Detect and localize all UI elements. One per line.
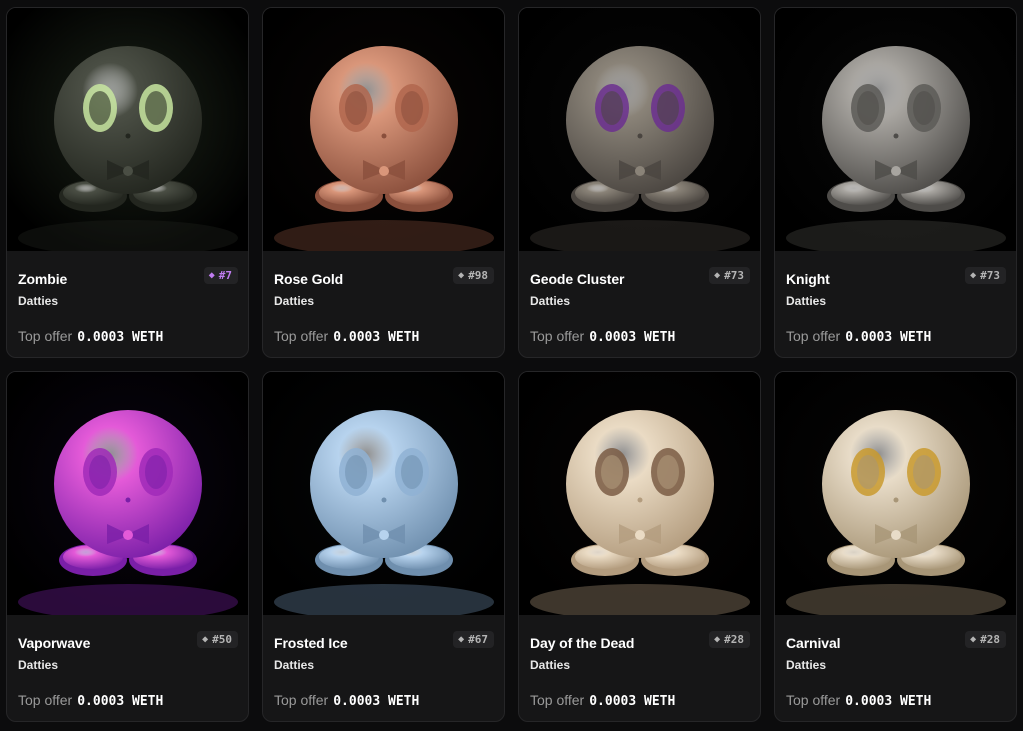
top-offer-amount: 0.0003 WETH	[77, 694, 164, 709]
rarity-badge: ◆ #73	[965, 267, 1006, 284]
card-info: Rose Gold ◆ #98 Datties Top offer 0.0003…	[263, 251, 504, 357]
rarity-badge: ◆ #98	[453, 267, 494, 284]
diamond-icon: ◆	[970, 269, 977, 281]
rarity-rank: #50	[212, 633, 232, 646]
top-offer-amount: 0.0003 WETH	[77, 330, 164, 345]
collection-name[interactable]: Datties	[274, 294, 314, 308]
nft-image[interactable]	[7, 372, 248, 615]
collection-name[interactable]: Datties	[18, 658, 58, 672]
nft-card[interactable]: Zombie ◆ #7 Datties Top offer 0.0003 WET…	[6, 7, 249, 358]
top-offer: Top offer 0.0003 WETH	[530, 328, 675, 345]
diamond-icon: ◆	[458, 633, 465, 645]
diamond-icon: ◆	[208, 269, 215, 281]
collection-name[interactable]: Datties	[530, 658, 570, 672]
top-offer: Top offer 0.0003 WETH	[530, 692, 675, 709]
top-offer: Top offer 0.0003 WETH	[274, 328, 419, 345]
top-offer-amount: 0.0003 WETH	[589, 330, 676, 345]
collection-name[interactable]: Datties	[786, 294, 826, 308]
nft-card[interactable]: Day of the Dead ◆ #28 Datties Top offer …	[518, 371, 761, 722]
rarity-badge: ◆ #67	[453, 631, 494, 648]
nft-card[interactable]: Vaporwave ◆ #50 Datties Top offer 0.0003…	[6, 371, 249, 722]
top-offer: Top offer 0.0003 WETH	[18, 692, 163, 709]
rarity-badge: ◆ #73	[709, 267, 750, 284]
top-offer: Top offer 0.0003 WETH	[786, 692, 931, 709]
card-info: Vaporwave ◆ #50 Datties Top offer 0.0003…	[7, 615, 248, 721]
nft-name: Vaporwave	[18, 635, 91, 651]
top-offer-label: Top offer	[274, 328, 329, 344]
card-info: Frosted Ice ◆ #67 Datties Top offer 0.00…	[263, 615, 504, 721]
rarity-badge: ◆ #28	[709, 631, 750, 648]
rarity-badge: ◆ #28	[965, 631, 1006, 648]
rarity-rank: #28	[980, 633, 1000, 646]
nft-image[interactable]	[775, 372, 1016, 615]
collection-name[interactable]: Datties	[786, 658, 826, 672]
top-offer-label: Top offer	[530, 328, 585, 344]
diamond-icon: ◆	[202, 633, 209, 645]
top-offer-amount: 0.0003 WETH	[845, 330, 932, 345]
top-offer-amount: 0.0003 WETH	[333, 694, 420, 709]
nft-grid: Zombie ◆ #7 Datties Top offer 0.0003 WET…	[6, 7, 1017, 722]
top-offer-label: Top offer	[18, 328, 73, 344]
card-info: Carnival ◆ #28 Datties Top offer 0.0003 …	[775, 615, 1016, 721]
card-info: Knight ◆ #73 Datties Top offer 0.0003 WE…	[775, 251, 1016, 357]
rarity-badge: ◆ #50	[197, 631, 238, 648]
top-offer: Top offer 0.0003 WETH	[786, 328, 931, 345]
diamond-icon: ◆	[458, 269, 465, 281]
nft-name: Zombie	[18, 271, 68, 287]
diamond-icon: ◆	[970, 633, 977, 645]
top-offer-label: Top offer	[274, 692, 329, 708]
card-info: Zombie ◆ #7 Datties Top offer 0.0003 WET…	[7, 251, 248, 357]
rarity-rank: #98	[468, 269, 488, 282]
nft-name: Rose Gold	[274, 271, 344, 287]
collection-name[interactable]: Datties	[18, 294, 58, 308]
nft-image[interactable]	[519, 372, 760, 615]
rarity-rank: #28	[724, 633, 744, 646]
top-offer-label: Top offer	[786, 328, 841, 344]
top-offer-label: Top offer	[18, 692, 73, 708]
card-info: Day of the Dead ◆ #28 Datties Top offer …	[519, 615, 760, 721]
nft-name: Frosted Ice	[274, 635, 348, 651]
nft-name: Knight	[786, 271, 830, 287]
nft-image[interactable]	[519, 8, 760, 251]
collection-name[interactable]: Datties	[530, 294, 570, 308]
nft-name: Day of the Dead	[530, 635, 635, 651]
nft-card[interactable]: Knight ◆ #73 Datties Top offer 0.0003 WE…	[774, 7, 1017, 358]
diamond-icon: ◆	[714, 269, 721, 281]
nft-card[interactable]: Rose Gold ◆ #98 Datties Top offer 0.0003…	[262, 7, 505, 358]
nft-card[interactable]: Geode Cluster ◆ #73 Datties Top offer 0.…	[518, 7, 761, 358]
nft-name: Carnival	[786, 635, 841, 651]
nft-image[interactable]	[263, 8, 504, 251]
rarity-rank: #73	[724, 269, 744, 282]
rarity-rank: #7	[218, 269, 232, 282]
top-offer-amount: 0.0003 WETH	[333, 330, 420, 345]
nft-image[interactable]	[775, 8, 1016, 251]
diamond-icon: ◆	[714, 633, 721, 645]
collection-name[interactable]: Datties	[274, 658, 314, 672]
nft-card[interactable]: Frosted Ice ◆ #67 Datties Top offer 0.00…	[262, 371, 505, 722]
top-offer: Top offer 0.0003 WETH	[274, 692, 419, 709]
top-offer-label: Top offer	[530, 692, 585, 708]
card-info: Geode Cluster ◆ #73 Datties Top offer 0.…	[519, 251, 760, 357]
nft-name: Geode Cluster	[530, 271, 625, 287]
top-offer-label: Top offer	[786, 692, 841, 708]
top-offer: Top offer 0.0003 WETH	[18, 328, 163, 345]
nft-image[interactable]	[7, 8, 248, 251]
nft-image[interactable]	[263, 372, 504, 615]
rarity-rank: #67	[468, 633, 488, 646]
nft-card[interactable]: Carnival ◆ #28 Datties Top offer 0.0003 …	[774, 371, 1017, 722]
rarity-rank: #73	[980, 269, 1000, 282]
rarity-badge: ◆ #7	[203, 267, 238, 284]
top-offer-amount: 0.0003 WETH	[589, 694, 676, 709]
top-offer-amount: 0.0003 WETH	[845, 694, 932, 709]
